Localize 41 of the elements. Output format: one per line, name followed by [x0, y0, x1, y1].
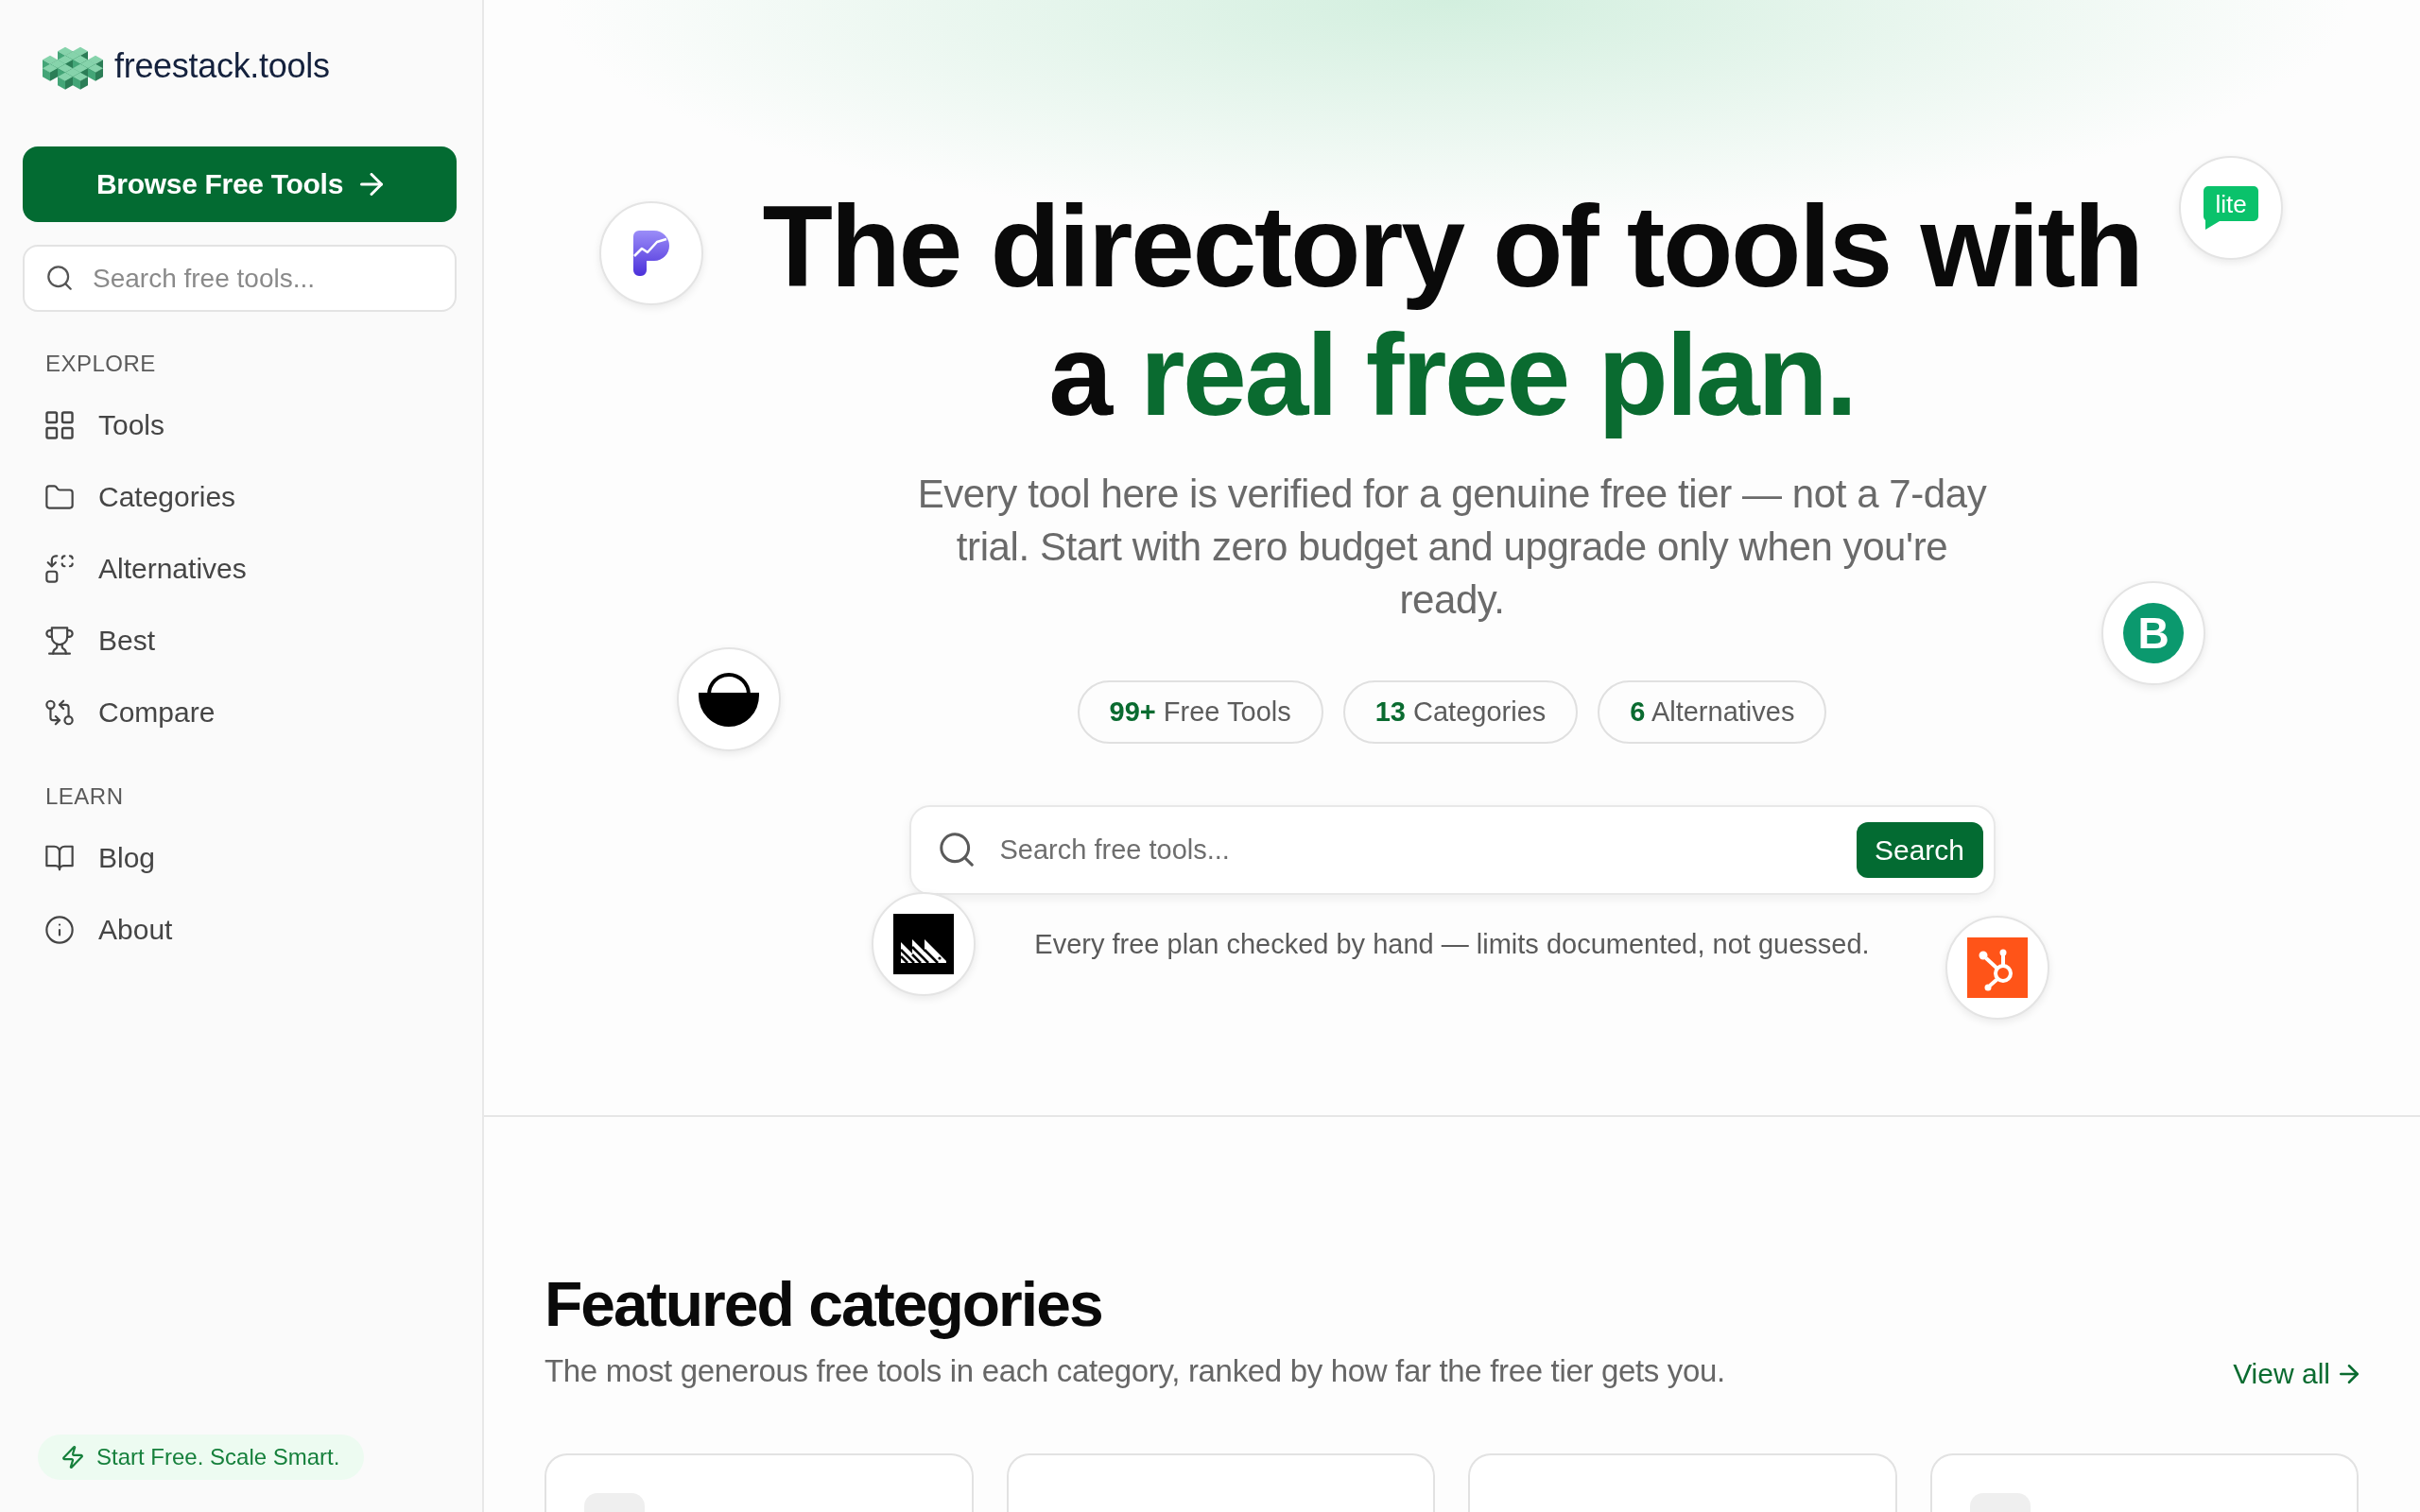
basket-icon [699, 672, 759, 727]
hero-description: Every tool here is verified for a genuine free tier — not a 7-day trial. Start with zero budget and upgrade only when you're ready. [916, 471, 1988, 624]
nav-link[interactable]: Best [23, 605, 457, 677]
monogram-logo: B [2123, 603, 2184, 663]
striped-spikes-icon [893, 914, 954, 974]
search-button[interactable]: Search [1856, 822, 1983, 878]
stat-badge: 99+ Free Tools [1077, 680, 1323, 744]
nav-link[interactable]: Blog [23, 822, 457, 894]
section-title: Featured categories [544, 1268, 1102, 1341]
view-all-link[interactable]: View all [2233, 1358, 2359, 1390]
section-heading: EXPLORE [44, 350, 157, 378]
nav-link[interactable]: About [23, 894, 457, 966]
logo-link[interactable]: freestack.tools [43, 38, 330, 94]
nav-link[interactable]: Alternatives [23, 533, 457, 605]
search-icon [939, 833, 974, 867]
stat-badge: 13 Categories [1342, 680, 1579, 744]
arrow-right-icon [360, 173, 384, 196]
stat-badge: 6 Alternatives [1598, 680, 1827, 744]
search-input[interactable]: Search free tools... [23, 245, 457, 312]
trophy-icon [45, 627, 74, 655]
verification-note: Every free plan checked by hand — limits documented, not guessed. [1034, 928, 1870, 961]
speech-bubble-logo: lite [2204, 186, 2258, 230]
browse-tools-button[interactable]: Browse Free Tools [23, 146, 457, 222]
lightning-icon [62, 1446, 83, 1469]
nav-link[interactable]: Categories [23, 461, 457, 533]
node-network-icon [1967, 937, 2028, 998]
compare-arrows-icon [45, 698, 74, 727]
info-icon [45, 916, 74, 944]
arrow-right-icon [2340, 1365, 2359, 1383]
folder-icon [45, 483, 74, 511]
open-book-icon [45, 844, 74, 872]
tagline-text: Start Free. Scale Smart. [96, 1444, 340, 1470]
wave-p-mark-icon [633, 231, 669, 276]
swap-squares-icon [45, 555, 74, 583]
grid-icon [45, 411, 74, 439]
nav-link[interactable]: Compare [23, 677, 457, 748]
section-heading: LEARN [44, 782, 125, 811]
hero-heading: The directory of tools with a real free plan. [761, 182, 2143, 439]
nav-link[interactable]: Tools [23, 389, 457, 461]
section-subtitle: The most generous free tools in each category, ranked by how far the free tier gets you. [544, 1352, 1725, 1390]
search-icon [47, 266, 72, 290]
